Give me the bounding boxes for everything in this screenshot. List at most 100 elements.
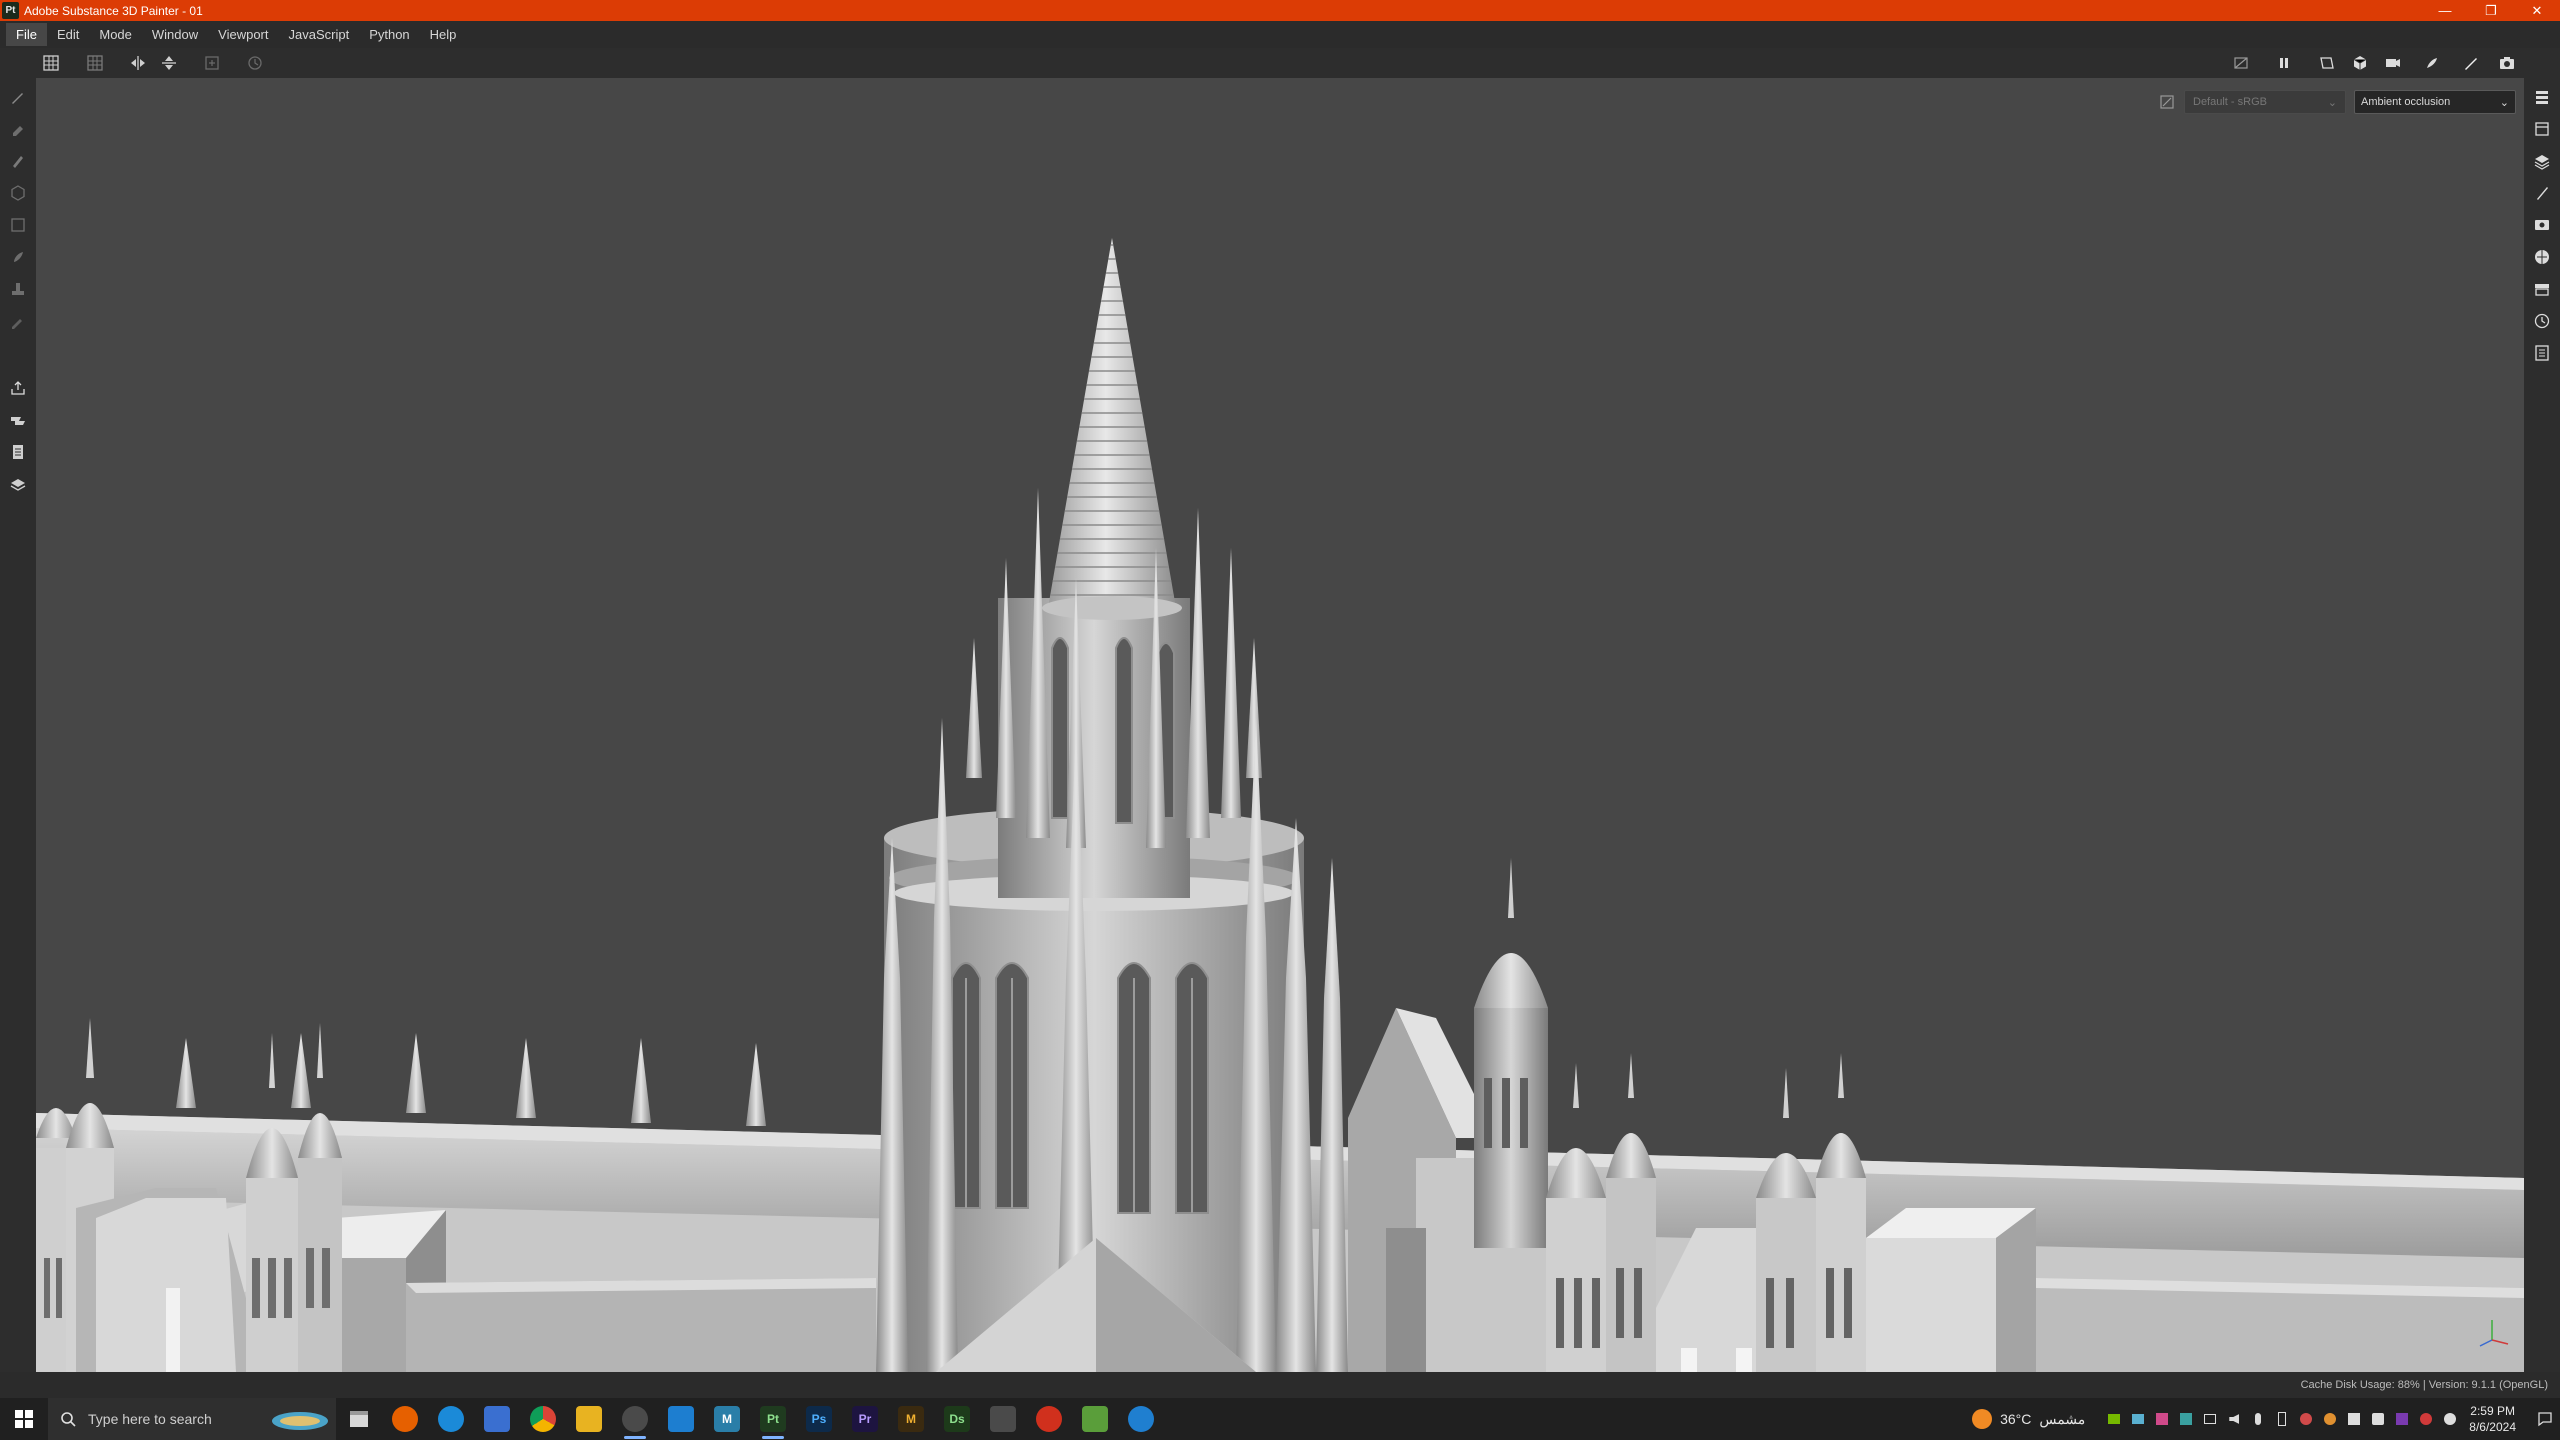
log-icon[interactable] <box>2533 344 2551 362</box>
properties-icon[interactable] <box>2533 120 2551 138</box>
view-3d-icon[interactable] <box>2351 54 2369 72</box>
view-2d-icon[interactable] <box>2318 54 2336 72</box>
taskbar-app-green[interactable] <box>1072 1398 1118 1440</box>
menu-window[interactable]: Window <box>142 23 208 46</box>
tray-app-icon[interactable] <box>2417 1410 2435 1428</box>
tray-app-icon[interactable] <box>2441 1410 2459 1428</box>
menu-help[interactable]: Help <box>420 23 467 46</box>
color-profile-select[interactable]: Default - sRGB ⌄ <box>2184 90 2346 114</box>
brush-settings-icon[interactable] <box>2533 184 2551 202</box>
taskbar-app-substance-painter[interactable]: Pt <box>750 1398 796 1440</box>
tray-icons <box>2105 1410 2459 1428</box>
task-view-button[interactable] <box>336 1398 382 1440</box>
nvidia-icon[interactable] <box>2105 1410 2123 1428</box>
taskbar-app-photos[interactable] <box>980 1398 1026 1440</box>
taskbar-app-maya[interactable]: M <box>704 1398 750 1440</box>
taskbar-app-photoshop[interactable]: Ps <box>796 1398 842 1440</box>
camera-icon[interactable] <box>2384 54 2402 72</box>
export-icon[interactable] <box>9 379 27 397</box>
mirror-y-icon[interactable] <box>160 54 178 72</box>
pause-icon[interactable] <box>2275 54 2293 72</box>
taskbar-app-file-explorer[interactable] <box>566 1398 612 1440</box>
taskbar-app-chrome[interactable] <box>520 1398 566 1440</box>
tray-app-icon[interactable] <box>2177 1410 2195 1428</box>
screenshot-icon[interactable] <box>2498 54 2516 72</box>
menu-viewport[interactable]: Viewport <box>208 23 278 46</box>
grid-dim-icon[interactable] <box>86 54 104 72</box>
window-controls: — ❐ ✕ <box>2422 0 2560 21</box>
hide-uv-icon[interactable] <box>2232 54 2250 72</box>
weather-widget[interactable]: 36°C مشمس <box>1972 1409 2085 1429</box>
plugins-icon[interactable] <box>9 475 27 493</box>
tray-app-icon[interactable] <box>2129 1410 2147 1428</box>
texture-sets-icon[interactable] <box>2533 152 2551 170</box>
taskbar-app-store[interactable] <box>474 1398 520 1440</box>
tray-app-icon[interactable] <box>2153 1410 2171 1428</box>
taskbar-search[interactable]: Type here to search <box>48 1398 336 1440</box>
clone-stamp-icon[interactable] <box>9 280 27 298</box>
taskbar-clock[interactable]: 2:59 PM 8/6/2024 <box>2469 1403 2516 1435</box>
mirror-x-icon[interactable] <box>129 54 147 72</box>
menu-javascript[interactable]: JavaScript <box>278 23 359 46</box>
taskbar-app-marmoset[interactable]: M <box>888 1398 934 1440</box>
grid-symmetry-icon[interactable] <box>42 54 60 72</box>
document-icon[interactable] <box>9 443 27 461</box>
start-button[interactable] <box>0 1398 48 1440</box>
restore-button[interactable]: ❐ <box>2468 0 2514 21</box>
smudge-icon[interactable] <box>9 248 27 266</box>
history-panel-icon[interactable] <box>2533 312 2551 330</box>
right-panel-strip <box>2524 78 2560 1372</box>
color-picker-icon[interactable] <box>9 312 27 330</box>
microphone-icon[interactable] <box>2249 1410 2267 1428</box>
taskbar-app-substance-designer[interactable]: Ds <box>934 1398 980 1440</box>
eraser-icon[interactable] <box>9 120 27 138</box>
volume-icon[interactable] <box>2225 1410 2243 1428</box>
color-profile-icon[interactable] <box>2158 93 2176 111</box>
geometry-fill-icon[interactable] <box>9 184 27 202</box>
close-button[interactable]: ✕ <box>2514 0 2560 21</box>
taskbar-app-edge[interactable] <box>428 1398 474 1440</box>
taskbar-app-firefox[interactable] <box>382 1398 428 1440</box>
network-icon[interactable] <box>2201 1410 2219 1428</box>
taskbar-app-steam[interactable] <box>612 1398 658 1440</box>
display-mode-select[interactable]: Ambient occlusion ⌄ <box>2354 90 2516 114</box>
paint-mode-icon[interactable] <box>2462 54 2480 72</box>
search-placeholder: Type here to search <box>88 1411 212 1427</box>
environment-icon[interactable] <box>2533 248 2551 266</box>
polygon-fill-icon[interactable] <box>9 216 27 234</box>
tray-app-icon[interactable] <box>2369 1410 2387 1428</box>
layers-icon[interactable] <box>2533 88 2551 106</box>
shelf-icon[interactable] <box>2533 280 2551 298</box>
menu-python[interactable]: Python <box>359 23 419 46</box>
app-blue-icon <box>668 1406 694 1432</box>
projection-icon[interactable] <box>9 152 27 170</box>
tray-app-icon[interactable] <box>2321 1410 2339 1428</box>
settings-gear-icon <box>1128 1406 1154 1432</box>
notification-button[interactable] <box>2530 1398 2560 1440</box>
tray-app-icon[interactable] <box>2345 1410 2363 1428</box>
battery-icon[interactable] <box>2273 1410 2291 1428</box>
weather-desc: مشمس <box>2039 1410 2086 1427</box>
menu-file[interactable]: File <box>6 23 47 46</box>
3d-viewport[interactable]: Default - sRGB ⌄ Ambient occlusion ⌄ <box>36 78 2524 1372</box>
menu-mode[interactable]: Mode <box>89 23 142 46</box>
frame-icon[interactable] <box>203 54 221 72</box>
tray-app-icon[interactable] <box>2297 1410 2315 1428</box>
onenote-icon[interactable] <box>2393 1410 2411 1428</box>
lighting-icon[interactable] <box>2423 54 2441 72</box>
chrome-icon <box>530 1406 556 1432</box>
menu-edit[interactable]: Edit <box>47 23 89 46</box>
taskbar-app-red[interactable] <box>1026 1398 1072 1440</box>
menu-bar: File Edit Mode Window Viewport JavaScrip… <box>0 21 2560 48</box>
taskbar-app-blue[interactable] <box>658 1398 704 1440</box>
bake-icon[interactable] <box>9 411 27 429</box>
display-settings-icon[interactable] <box>2533 216 2551 234</box>
taskbar-app-settings[interactable] <box>1118 1398 1164 1440</box>
taskbar-app-premiere[interactable]: Pr <box>842 1398 888 1440</box>
marmoset-icon: M <box>898 1406 924 1432</box>
minimize-button[interactable]: — <box>2422 0 2468 21</box>
paint-brush-icon[interactable] <box>9 88 27 106</box>
clock-date: 8/6/2024 <box>2469 1420 2516 1434</box>
history-icon[interactable] <box>246 54 264 72</box>
firefox-icon <box>392 1406 418 1432</box>
